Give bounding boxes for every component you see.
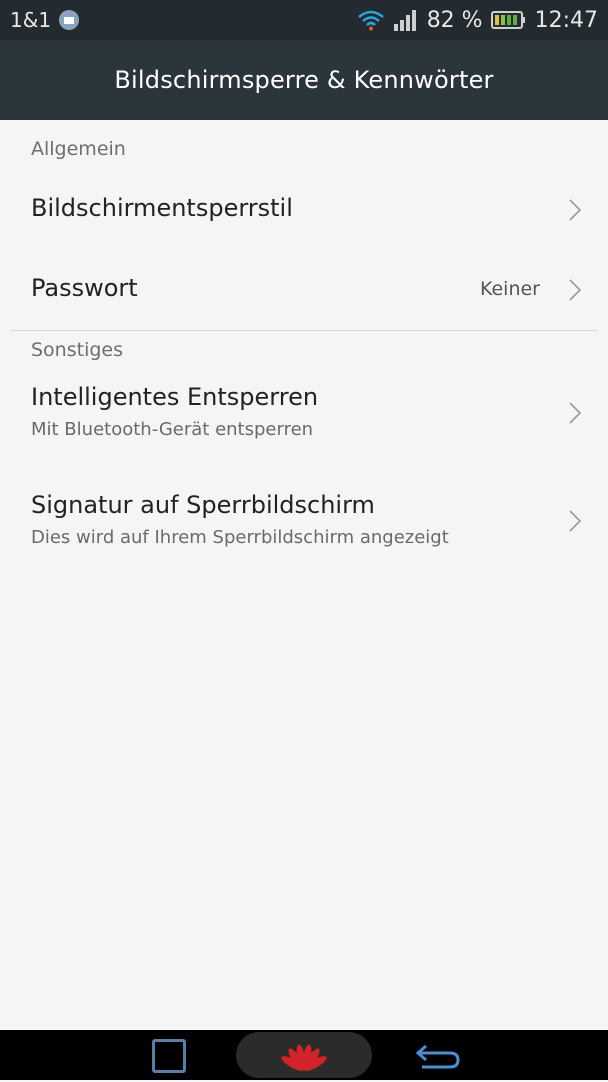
setting-subtitle: Dies wird auf Ihrem Sperrbildschirm ange… xyxy=(31,527,449,548)
chevron-right-icon xyxy=(569,279,582,301)
setting-value: Keiner xyxy=(479,278,540,300)
setting-subtitle: Mit Bluetooth-Gerät entsperren xyxy=(31,419,314,440)
clock: 12:47 xyxy=(534,7,598,33)
status-bar: 1&1 82 % 12:47 xyxy=(0,0,608,40)
title-bar: Bildschirmsperre & Kennwörter xyxy=(0,40,608,120)
setting-title: Signatur auf Sperrbildschirm xyxy=(31,491,375,519)
chevron-right-icon xyxy=(569,199,582,221)
section-header-sonstiges: Sonstiges xyxy=(31,339,124,361)
setting-title: Intelligentes Entsperren xyxy=(31,383,319,411)
setting-title: Bildschirmentsperrstil xyxy=(31,194,293,222)
page-title: Bildschirmsperre & Kennwörter xyxy=(114,66,494,94)
signal-icon xyxy=(393,10,416,31)
settings-list: Allgemein Bildschirmentsperrstil Passwor… xyxy=(0,120,608,587)
status-right: 82 % 12:47 xyxy=(357,0,598,40)
setting-row-lockscreen-style[interactable]: Bildschirmentsperrstil xyxy=(0,170,608,250)
battery-icon xyxy=(490,11,525,29)
chevron-right-icon xyxy=(569,510,582,532)
wifi-icon xyxy=(357,10,384,31)
back-icon[interactable] xyxy=(412,1040,464,1070)
setting-row-lockscreen-signature[interactable]: Signatur auf Sperrbildschirm Dies wird a… xyxy=(0,479,608,587)
status-left: 1&1 xyxy=(10,0,80,40)
setting-title: Passwort xyxy=(31,274,138,302)
recent-apps-icon[interactable] xyxy=(152,1039,186,1073)
section-header-allgemein: Allgemein xyxy=(31,138,126,160)
mail-notification-icon xyxy=(59,10,80,30)
battery-percent: 82 % xyxy=(426,7,483,33)
setting-row-smart-unlock[interactable]: Intelligentes Entsperren Mit Bluetooth-G… xyxy=(0,371,608,479)
navigation-bar xyxy=(0,1030,608,1080)
carrier-label: 1&1 xyxy=(10,8,52,32)
huawei-logo-home-icon xyxy=(281,1044,327,1071)
chevron-right-icon xyxy=(569,402,582,424)
home-button[interactable] xyxy=(236,1032,372,1078)
setting-row-password[interactable]: Passwort Keiner xyxy=(0,250,608,330)
